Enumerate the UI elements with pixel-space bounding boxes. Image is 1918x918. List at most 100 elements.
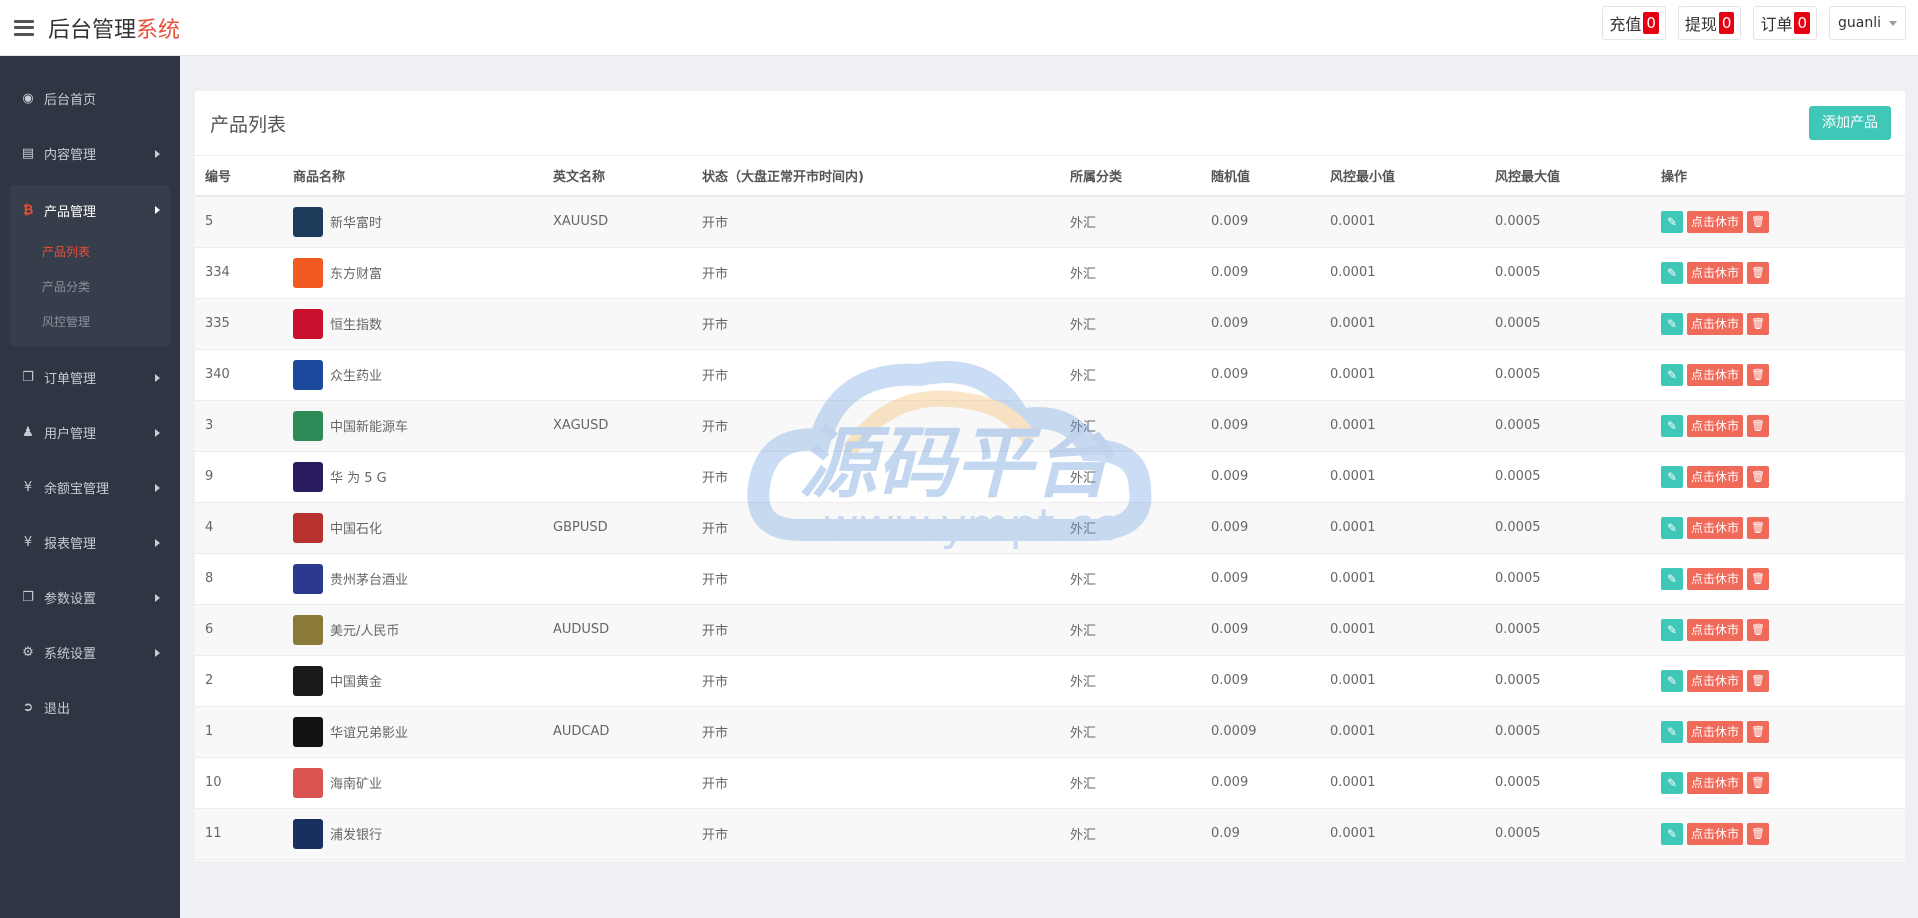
menu-toggle-icon[interactable]: [14, 19, 34, 36]
edit-icon[interactable]: ✎: [1661, 669, 1683, 692]
toggle-market-button[interactable]: 点击休市: [1687, 516, 1744, 539]
cell-status: 开市: [702, 777, 729, 792]
cell-status: 开市: [702, 471, 729, 486]
product-name: 东方财富: [330, 267, 383, 282]
edit-icon[interactable]: ✎: [1661, 516, 1683, 539]
cell-risk-min: 0.0001: [1330, 316, 1376, 331]
edit-icon[interactable]: ✎: [1661, 771, 1683, 794]
toggle-market-button[interactable]: 点击休市: [1687, 210, 1744, 233]
trash-icon[interactable]: 🗑: [1747, 261, 1770, 284]
trash-icon[interactable]: 🗑: [1747, 210, 1770, 233]
sidebar-item-label: 内容管理: [44, 148, 97, 163]
edit-icon[interactable]: ✎: [1661, 312, 1683, 335]
trash-icon[interactable]: 🗑: [1747, 822, 1770, 845]
edit-icon[interactable]: ✎: [1661, 414, 1683, 437]
trash-icon[interactable]: 🗑: [1747, 363, 1770, 386]
cell-risk-max: 0.0005: [1495, 520, 1541, 535]
sidebar-item-system[interactable]: ⚙ 系统设置: [0, 625, 180, 680]
cell-category: 外汇: [1070, 216, 1097, 232]
product-logo-icon: [293, 614, 323, 645]
user-menu-button[interactable]: guanli: [1829, 6, 1906, 40]
sidebar-item-balance[interactable]: ¥ 余额宝管理: [0, 460, 180, 515]
cell-name: 中国石化: [283, 502, 543, 553]
sidebar-item-orders[interactable]: ❐ 订单管理: [0, 350, 180, 405]
add-product-button[interactable]: 添加产品: [1809, 106, 1891, 140]
cell-name: 新华富时: [283, 196, 543, 247]
cell-risk-max: 0.0005: [1495, 469, 1541, 484]
cell-random: 0.009: [1211, 265, 1249, 280]
toggle-market-button[interactable]: 点击休市: [1687, 618, 1744, 641]
cell-category: 外汇: [1070, 522, 1097, 537]
toggle-market-button[interactable]: 点击休市: [1687, 822, 1744, 845]
edit-icon[interactable]: ✎: [1661, 618, 1683, 641]
toggle-market-button[interactable]: 点击休市: [1687, 465, 1744, 488]
trash-icon[interactable]: 🗑: [1747, 669, 1770, 692]
trash-icon[interactable]: 🗑: [1747, 720, 1770, 743]
user-icon: ♟: [22, 425, 34, 440]
cell-actions: ✎ 点击休市 🗑: [1651, 400, 1905, 451]
cell-category: 外汇: [1070, 267, 1097, 282]
table-row: 9 华 为 5 G 开市 外汇 0.009 0.0001 0.0005 ✎ 点击休市 🗑: [195, 451, 1905, 502]
brand-title: 后台管理系统: [48, 12, 180, 44]
sidebar-item-reports[interactable]: ¥ 报表管理: [0, 515, 180, 570]
sign-out-icon: ➲: [22, 700, 34, 715]
sidebar-item-products[interactable]: ₿ 产品管理: [10, 185, 170, 235]
product-name: 中国石化: [330, 522, 383, 537]
product-logo-icon: [293, 461, 323, 492]
cell-random: 0.009: [1211, 214, 1249, 230]
trash-icon[interactable]: 🗑: [1747, 465, 1770, 488]
edit-icon[interactable]: ✎: [1661, 210, 1683, 233]
cell-id: 6: [205, 622, 214, 637]
cell-actions: ✎ 点击休市 🗑: [1651, 604, 1905, 655]
edit-icon[interactable]: ✎: [1661, 363, 1683, 386]
edit-icon[interactable]: ✎: [1661, 465, 1683, 488]
cell-actions: ✎ 点击休市 🗑: [1651, 706, 1905, 757]
product-name: 恒生指数: [330, 318, 383, 333]
edit-icon[interactable]: ✎: [1661, 567, 1683, 590]
toggle-market-button[interactable]: 点击休市: [1687, 720, 1744, 743]
withdraw-button[interactable]: 提现 0: [1677, 6, 1742, 40]
toggle-market-button[interactable]: 点击休市: [1687, 771, 1744, 794]
cell-en-name: GBPUSD: [553, 520, 608, 535]
sidebar-item-content[interactable]: ▤ 内容管理: [0, 126, 180, 181]
product-name: 华谊兄弟影业: [330, 726, 409, 741]
toggle-market-button[interactable]: 点击休市: [1687, 567, 1744, 590]
product-logo-icon: [293, 818, 323, 849]
edit-icon[interactable]: ✎: [1661, 822, 1683, 845]
trash-icon[interactable]: 🗑: [1747, 516, 1770, 539]
toggle-market-button[interactable]: 点击休市: [1687, 414, 1744, 437]
toggle-market-button[interactable]: 点击休市: [1687, 261, 1744, 284]
cell-risk-max: 0.0005: [1495, 214, 1541, 230]
sidebar-sub-product-category[interactable]: 产品分类: [10, 270, 170, 305]
sidebar-item-logout[interactable]: ➲ 退出: [0, 680, 180, 735]
orders-button[interactable]: 订单 0: [1753, 6, 1817, 40]
trash-icon[interactable]: 🗑: [1747, 414, 1770, 437]
col-status: 状态（大盘正常开市时间内): [692, 156, 1060, 197]
edit-icon[interactable]: ✎: [1661, 261, 1683, 284]
toggle-market-button[interactable]: 点击休市: [1687, 312, 1744, 335]
cell-status: 开市: [702, 369, 729, 384]
trash-icon[interactable]: 🗑: [1747, 771, 1770, 794]
sidebar-item-home[interactable]: ◉ 后台首页: [0, 71, 180, 126]
toggle-market-button[interactable]: 点击休市: [1687, 363, 1744, 386]
cell-id: 3: [205, 418, 214, 433]
toggle-market-button[interactable]: 点击休市: [1687, 669, 1744, 692]
sidebar-item-users[interactable]: ♟ 用户管理: [0, 405, 180, 460]
trash-icon[interactable]: 🗑: [1747, 567, 1770, 590]
cell-actions: ✎ 点击休市 🗑: [1651, 655, 1905, 706]
chevron-right-icon: [155, 593, 160, 602]
edit-icon[interactable]: ✎: [1661, 720, 1683, 743]
trash-icon[interactable]: 🗑: [1747, 618, 1770, 641]
col-actions: 操作: [1651, 156, 1905, 197]
sidebar-item-params[interactable]: ❐ 参数设置: [0, 570, 180, 625]
recharge-button[interactable]: 充值 0: [1602, 6, 1666, 40]
cell-name: 众生药业: [283, 349, 543, 400]
cell-category: 外汇: [1070, 675, 1097, 690]
sidebar-sub-product-list[interactable]: 产品列表: [10, 235, 170, 270]
trash-icon[interactable]: 🗑: [1747, 312, 1770, 335]
sidebar-sub-risk-control[interactable]: 风控管理: [10, 305, 170, 340]
cell-name: 华谊兄弟影业: [283, 706, 543, 757]
cell-id: 335: [205, 316, 230, 331]
cell-risk-max: 0.0005: [1495, 724, 1541, 739]
cell-random: 0.009: [1211, 520, 1249, 535]
